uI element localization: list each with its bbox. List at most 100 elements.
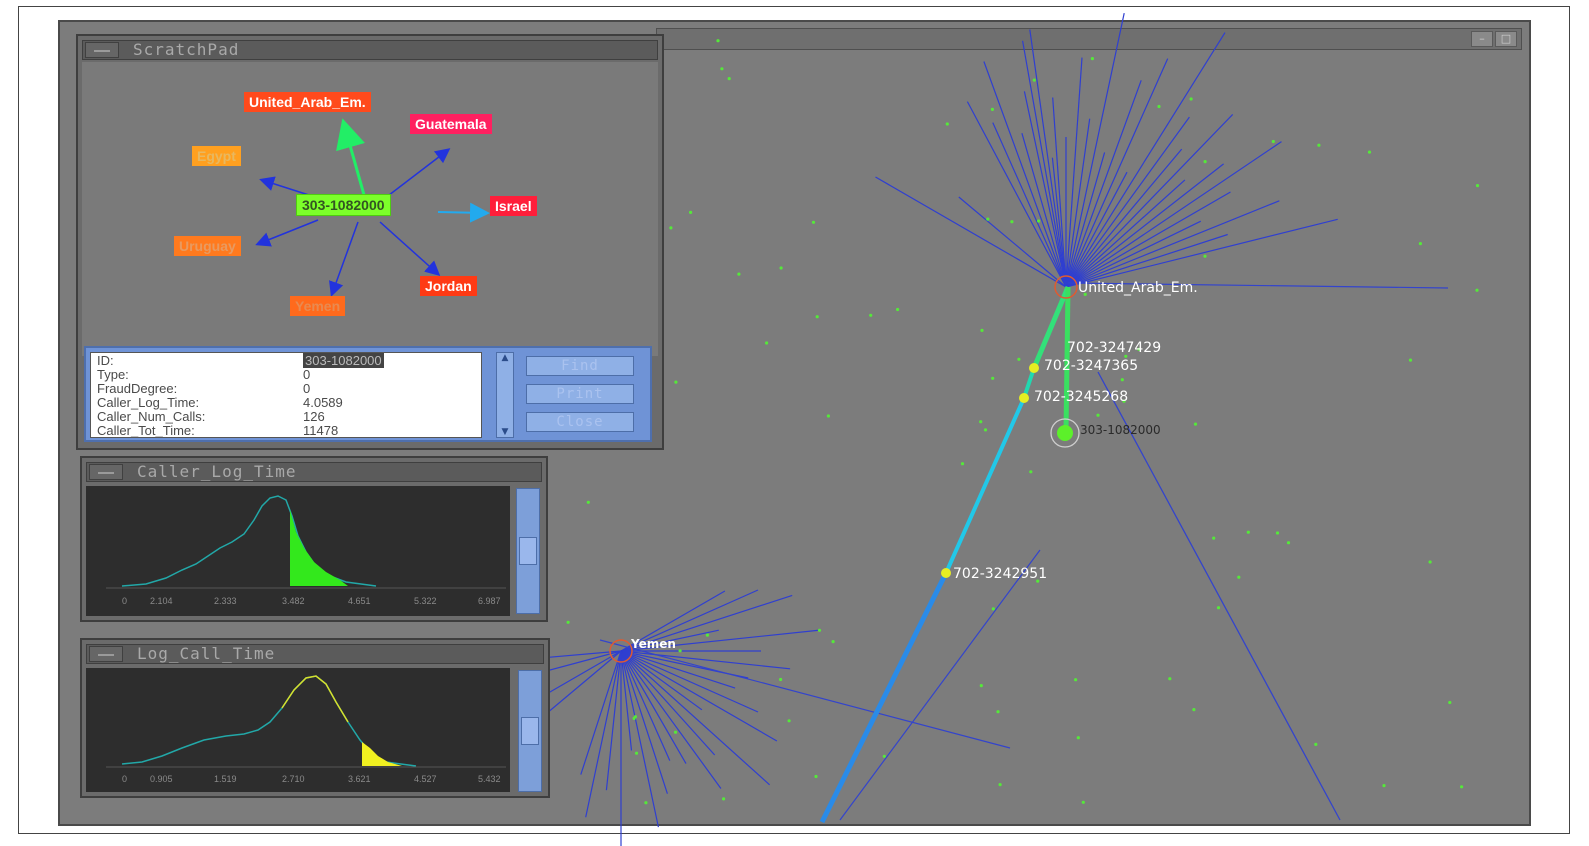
background-node <box>979 684 983 688</box>
node-jordan[interactable]: Jordan <box>420 276 477 296</box>
background-node <box>1120 378 1124 382</box>
caller-log-time-titlebar[interactable]: Caller_Log_Time <box>86 462 542 482</box>
edge <box>1065 163 1224 288</box>
background-node <box>566 620 570 624</box>
call-range-slider[interactable] <box>518 670 542 792</box>
background-node <box>1010 220 1014 224</box>
background-node <box>1193 422 1198 426</box>
caller-distribution-curve <box>121 495 377 587</box>
close-button[interactable]: Close <box>526 412 634 432</box>
uae-edge-fan <box>875 12 1338 288</box>
node-egypt[interactable]: Egypt <box>192 146 241 166</box>
attribute-row: Type: 0 <box>97 367 467 382</box>
background-node <box>817 628 822 632</box>
attribute-row: Caller_Log_Time: 4.0589 <box>97 395 467 410</box>
background-node <box>990 107 995 111</box>
focus-node[interactable] <box>1057 425 1073 441</box>
attribute-row: Caller_Num_Calls: 126 <box>97 409 467 424</box>
edge <box>1029 29 1067 288</box>
call-histogram-plot: 0 0.905 1.519 2.710 3.621 4.527 5.432 <box>106 675 506 784</box>
tick-label: 0 <box>122 774 127 784</box>
tick-label: 1.519 <box>214 774 237 784</box>
tick-label: 5.322 <box>414 596 437 606</box>
attribute-value: 11478 <box>303 423 339 438</box>
background-node <box>1076 736 1080 740</box>
log-call-time-titlebar[interactable]: Log_Call_Time <box>86 644 544 664</box>
scratchpad-canvas[interactable]: 303-1082000 United_Arab_Em. Guatemala Eg… <box>82 62 658 356</box>
path-node[interactable] <box>1019 393 1029 403</box>
uae-hub-label: United_Arab_Em. <box>1078 280 1198 296</box>
node-guatemala[interactable]: Guatemala <box>410 114 492 134</box>
background-node <box>1212 536 1216 540</box>
tick-label: 2.333 <box>214 596 237 606</box>
caller-histogram-plot: 0 2.104 2.333 3.482 4.651 5.322 6.987 <box>106 495 506 606</box>
node-uae[interactable]: United_Arab_Em. <box>244 92 371 112</box>
tick-label: 2.710 <box>282 774 305 784</box>
node-uruguay[interactable]: Uruguay <box>174 236 241 256</box>
edge <box>620 650 671 761</box>
attribute-key: Caller_Num_Calls: <box>97 409 206 424</box>
background-node <box>1081 800 1085 804</box>
path-edge <box>819 571 949 824</box>
background-node <box>983 428 988 432</box>
background-node <box>998 783 1002 787</box>
edge <box>1021 133 1067 288</box>
caller-range-slider[interactable] <box>516 488 540 614</box>
background-node <box>991 607 995 611</box>
background-node <box>826 414 831 418</box>
path-label: 702-3245268 <box>1034 389 1128 405</box>
slider-thumb[interactable] <box>521 717 539 745</box>
slider-thumb[interactable] <box>519 537 537 565</box>
arrow-uae <box>336 118 368 203</box>
background-node <box>1189 97 1193 101</box>
tick-label: 2.104 <box>150 596 173 606</box>
background-node <box>779 266 783 270</box>
edge <box>1065 218 1338 288</box>
print-button[interactable]: Print <box>526 384 634 404</box>
attribute-key: ID: <box>97 353 114 368</box>
log-call-time-panel: Log_Call_Time 0 0.905 1.519 2.710 3.621 … <box>80 638 550 798</box>
window-menu-button[interactable] <box>85 42 119 58</box>
edge <box>1097 371 1341 821</box>
scroll-up-icon[interactable]: ▲ <box>498 353 512 363</box>
path-node[interactable] <box>941 568 951 578</box>
background-node <box>1314 742 1318 747</box>
tick-label: 4.527 <box>414 774 437 784</box>
background-node <box>1168 677 1172 681</box>
scroll-down-icon[interactable]: ▼ <box>498 427 512 437</box>
log-call-time-title: Log_Call_Time <box>137 644 276 663</box>
attribute-key: Caller_Tot_Time: <box>97 423 195 438</box>
log-call-time-histogram[interactable]: 0 0.905 1.519 2.710 3.621 4.527 5.432 <box>86 668 510 792</box>
edge <box>1065 179 1186 288</box>
background-node <box>986 217 990 221</box>
background-node <box>689 210 693 214</box>
edge <box>620 650 759 713</box>
call-highlight-region <box>362 742 402 766</box>
find-button[interactable]: Find <box>526 356 634 376</box>
arrow-israel <box>437 202 490 223</box>
tick-label: 3.621 <box>348 774 371 784</box>
tick-label: 5.432 <box>478 774 501 784</box>
attribute-scrollbar[interactable]: ▲ ▼ <box>496 352 514 438</box>
path-edge <box>1031 286 1071 369</box>
window-menu-button[interactable] <box>89 646 123 662</box>
edge <box>599 639 1011 749</box>
caller-log-time-histogram[interactable]: 0 2.104 2.333 3.482 4.651 5.322 6.987 <box>86 486 510 616</box>
background-node <box>787 719 791 723</box>
background-node <box>1037 219 1041 223</box>
node-yemen[interactable]: Yemen <box>290 296 346 316</box>
background-node <box>996 710 1000 714</box>
background-node <box>1408 358 1413 362</box>
node-israel[interactable]: Israel <box>490 196 537 216</box>
tick-label: 0 <box>122 596 127 606</box>
focus-node-label: 303-1082000 <box>1080 423 1161 437</box>
background-node <box>1090 57 1094 61</box>
scratchpad-titlebar[interactable]: ScratchPad <box>82 40 658 60</box>
path-node[interactable] <box>1029 363 1039 373</box>
window-menu-button[interactable] <box>89 464 123 480</box>
background-node <box>896 307 900 312</box>
background-node <box>634 751 639 755</box>
attribute-list[interactable]: ID: 303-1082000 Type: 0 FraudDegree: 0 C… <box>90 352 482 438</box>
node-center[interactable]: 303-1082000 <box>296 194 391 216</box>
background-node <box>678 649 682 653</box>
